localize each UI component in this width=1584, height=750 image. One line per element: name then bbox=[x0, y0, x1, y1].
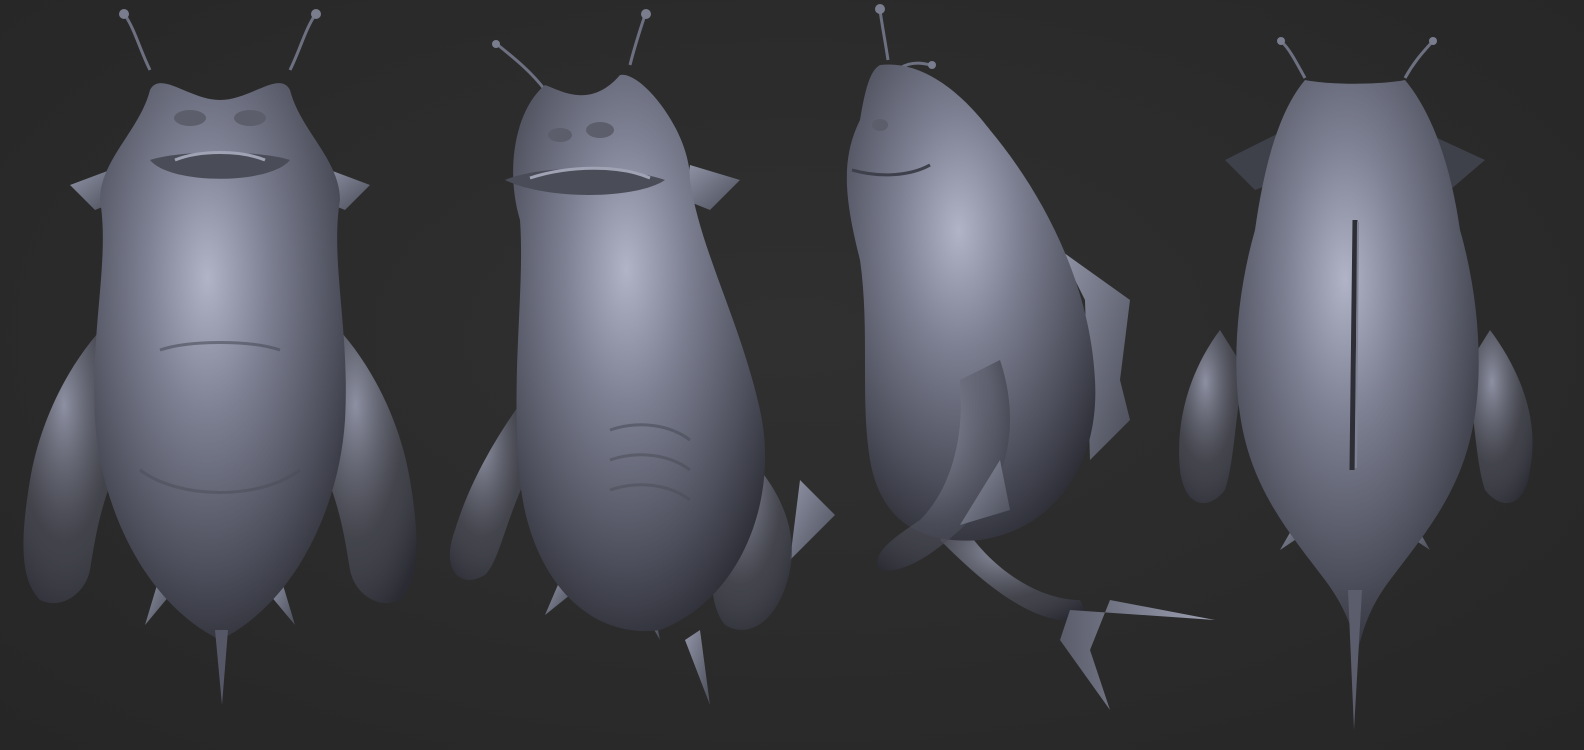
eye-right bbox=[234, 110, 266, 126]
antenna-tip bbox=[119, 9, 129, 19]
antenna-tip bbox=[311, 9, 321, 19]
spine-ridge bbox=[1349, 219, 1358, 471]
arm-left bbox=[1179, 330, 1245, 504]
turnaround-canvas bbox=[23, 4, 1533, 730]
creature-front-view bbox=[23, 9, 417, 705]
antenna bbox=[288, 14, 317, 71]
antenna bbox=[497, 43, 547, 91]
antenna-tip bbox=[1429, 37, 1437, 45]
tail-fin bbox=[685, 630, 710, 705]
eye bbox=[872, 119, 888, 131]
antenna bbox=[1280, 40, 1307, 79]
creature-back-view bbox=[1179, 37, 1533, 730]
tail-spike bbox=[215, 630, 228, 705]
creature-side-view bbox=[846, 4, 1215, 710]
tail-spike bbox=[1348, 590, 1362, 730]
sculpt-turnaround-viewport bbox=[0, 0, 1584, 750]
eye-left bbox=[548, 128, 572, 142]
antenna-tip bbox=[641, 9, 651, 19]
eye-right bbox=[586, 122, 614, 138]
antenna-tip bbox=[1277, 37, 1285, 45]
antenna-tip bbox=[928, 61, 936, 69]
side-fin bbox=[790, 480, 835, 560]
torso bbox=[513, 74, 766, 632]
antenna-tip bbox=[875, 4, 885, 14]
antenna bbox=[1403, 41, 1434, 79]
antenna bbox=[878, 9, 890, 61]
tail-fin bbox=[1060, 600, 1215, 710]
antenna bbox=[123, 14, 152, 71]
antenna bbox=[628, 14, 647, 66]
creature-three-quarter-view bbox=[449, 9, 835, 705]
eye-left bbox=[174, 110, 206, 126]
antenna-tip bbox=[492, 40, 500, 48]
